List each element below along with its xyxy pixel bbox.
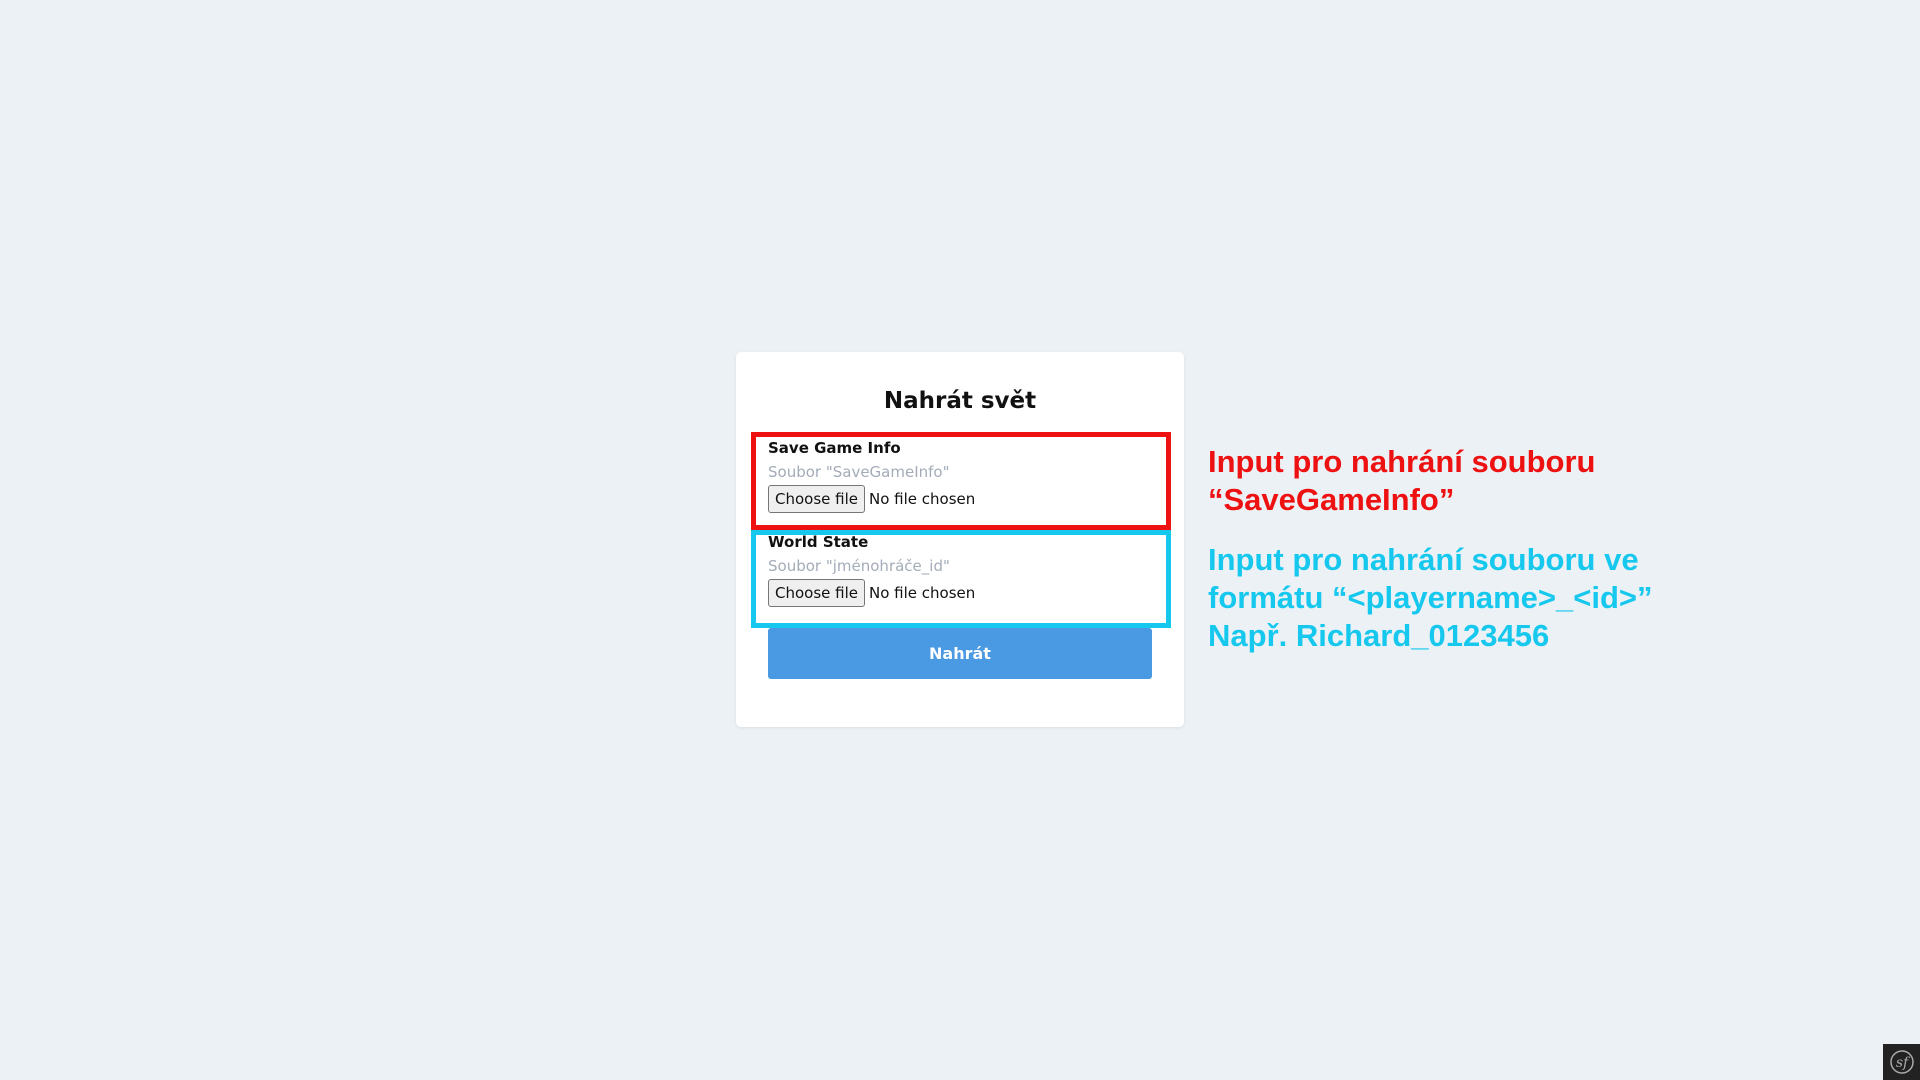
- save-game-info-label: Save Game Info: [768, 439, 901, 457]
- upload-submit-button[interactable]: Nahrát: [768, 628, 1152, 679]
- save-game-info-file-input[interactable]: Choose file No file chosen: [768, 485, 1152, 513]
- symfony-toolbar-toggle[interactable]: sf: [1883, 1044, 1920, 1080]
- save-game-info-annotation: Input pro nahrání souboru “SaveGameInfo”: [1208, 443, 1595, 519]
- world-state-label: World State: [768, 533, 869, 551]
- annotation-line: formátu “<playername>_<id>”: [1208, 580, 1653, 615]
- page: Nahrát svět Save Game Info Soubor "SaveG…: [0, 0, 1920, 1080]
- annotation-line: Input pro nahrání souboru: [1208, 444, 1596, 479]
- world-state-hint: Soubor "jménohráče_id": [768, 557, 950, 575]
- upload-world-form: Nahrát svět Save Game Info Soubor "SaveG…: [736, 352, 1184, 727]
- annotation-line: Input pro nahrání souboru ve: [1208, 542, 1639, 577]
- world-state-file-input[interactable]: Choose file No file chosen: [768, 579, 1152, 607]
- svg-text:sf: sf: [1895, 1055, 1910, 1071]
- world-state-file-status: No file chosen: [869, 584, 976, 602]
- world-state-choose-file-button[interactable]: Choose file: [768, 579, 865, 607]
- save-game-info-choose-file-button[interactable]: Choose file: [768, 485, 865, 513]
- form-title: Nahrát svět: [883, 388, 1037, 414]
- save-game-info-hint: Soubor "SaveGameInfo": [768, 463, 950, 481]
- save-game-info-field: Save Game Info Soubor "SaveGameInfo" Cho…: [768, 438, 1152, 513]
- world-state-field: World State Soubor "jménohráče_id" Choos…: [768, 532, 1152, 607]
- save-game-info-file-status: No file chosen: [869, 490, 976, 508]
- annotation-line: Např. Richard_0123456: [1208, 618, 1550, 653]
- symfony-icon: sf: [1889, 1050, 1914, 1074]
- annotation-line: “SaveGameInfo”: [1208, 482, 1455, 517]
- world-state-annotation: Input pro nahrání souboru ve formátu “<p…: [1208, 541, 1653, 655]
